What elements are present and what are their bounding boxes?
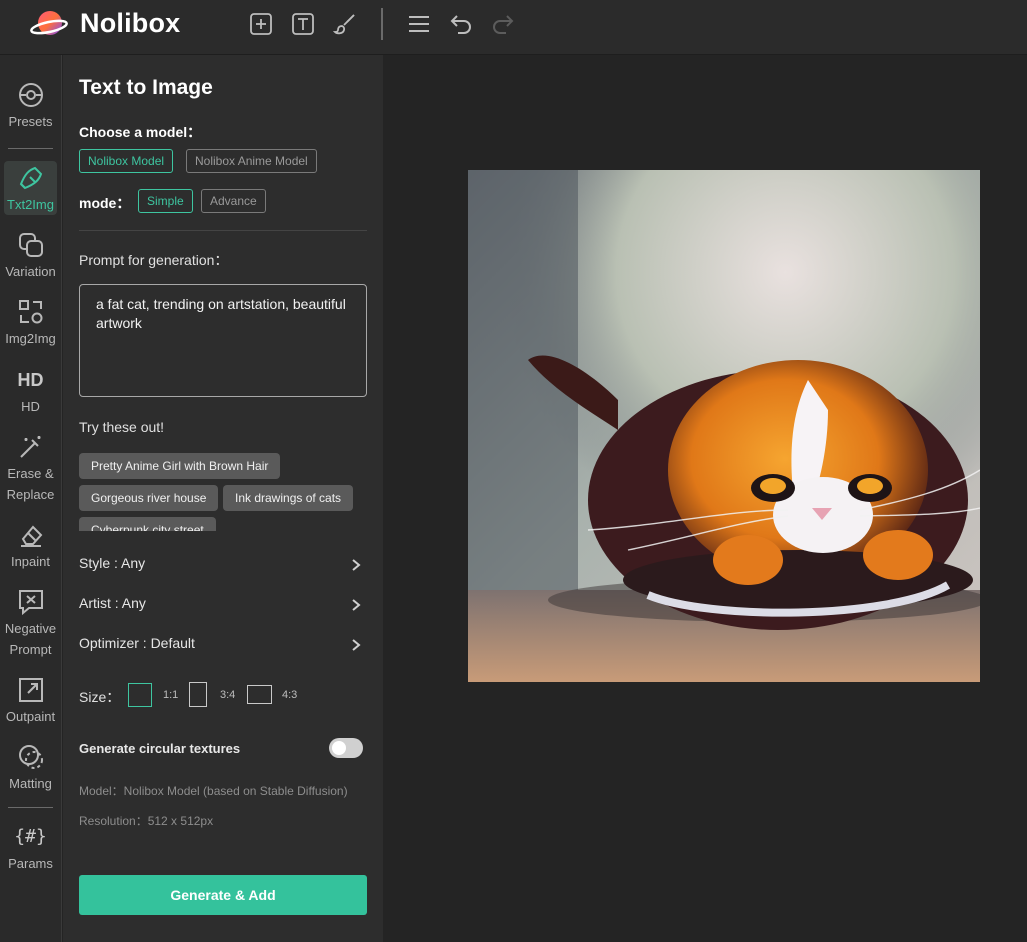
rail-label-prompt: Prompt (9, 642, 52, 657)
rail-item-matting[interactable]: Matting (4, 743, 57, 794)
panel-divider (79, 230, 367, 231)
hd-icon: HD (17, 370, 44, 390)
canvas-area[interactable] (383, 55, 1027, 942)
text-to-image-panel: Text to Image Choose a model： Nolibox Mo… (63, 55, 383, 942)
size-text-4-3: 4:3 (282, 689, 298, 701)
rail-label-img2img: Img2Img (5, 331, 56, 346)
presets-icon (18, 83, 43, 107)
model-info: Model：Nolibox Model (based on Stable Dif… (79, 784, 348, 798)
size-text-1-1: 1:1 (163, 689, 179, 701)
rail-label-negative: Negative (4, 621, 57, 636)
rail-label-outpaint: Outpaint (5, 709, 56, 724)
nolibox-logo-icon (30, 11, 68, 35)
size-option-4-3[interactable] (247, 685, 272, 704)
brand-name: Nolibox (80, 8, 181, 38)
rail-item-img2img[interactable]: Img2Img (4, 298, 57, 349)
rail-item-presets[interactable]: Presets (4, 81, 57, 132)
style-row-label: Style : Any (79, 555, 146, 571)
model-chip-anime[interactable]: Nolibox Anime Model (186, 149, 317, 173)
rail-label-presets: Presets (8, 114, 53, 129)
chevron-right-icon (352, 599, 361, 611)
panel-title: Text to Image (79, 76, 213, 99)
txt2img-icon (19, 166, 42, 190)
suggestion-list: Pretty Anime Girl with Brown Hair Gorgeo… (79, 453, 367, 531)
suggestion-chip[interactable]: Ink drawings of cats (223, 485, 354, 511)
rail-label-txt2img: Txt2Img (7, 197, 54, 212)
circular-textures-label: Generate circular textures (79, 741, 241, 756)
prompt-label: Prompt for generation： (79, 252, 229, 268)
top-bar: Nolibox (0, 0, 1027, 55)
size-text-3-4: 3:4 (220, 689, 236, 701)
rail-item-variation[interactable]: Variation (4, 231, 57, 282)
artist-row[interactable]: Artist : Any (79, 595, 367, 617)
try-these-label: Try these out! (79, 419, 165, 435)
model-label: Choose a model： (79, 124, 202, 140)
rail-separator (8, 807, 53, 808)
outpaint-icon (18, 678, 43, 702)
rail-label-inpaint: Inpaint (10, 554, 51, 569)
mode-chip-simple[interactable]: Simple (138, 189, 193, 213)
left-tool-rail: Presets Txt2Img Variation Img2Img HD HD … (0, 55, 62, 942)
rail-item-params[interactable]: {#} Params (4, 823, 57, 874)
artist-row-label: Artist : Any (79, 595, 146, 611)
add-square-icon[interactable] (249, 12, 273, 36)
suggestion-chip[interactable]: Gorgeous river house (79, 485, 219, 511)
rail-label-variation: Variation (5, 264, 56, 279)
redo-icon[interactable] (491, 12, 515, 36)
negative-prompt-icon (18, 590, 43, 616)
rail-label-erase: Erase & (7, 466, 54, 481)
size-option-3-4[interactable] (189, 682, 207, 707)
params-icon: {#} (14, 826, 47, 847)
suggestion-chip[interactable]: Pretty Anime Girl with Brown Hair (79, 453, 281, 479)
rail-label-hd: HD (21, 399, 40, 414)
rail-label-matting: Matting (9, 776, 52, 791)
suggestion-chip[interactable]: Cyberpunk city street (79, 517, 216, 531)
rail-item-inpaint[interactable]: Inpaint (4, 521, 57, 572)
eraser-icon (20, 525, 42, 547)
matting-icon (18, 745, 43, 769)
rail-separator (8, 148, 53, 149)
rail-item-erase-replace[interactable]: Erase & Replace (4, 433, 57, 505)
undo-icon[interactable] (449, 12, 473, 36)
toggle-knob (332, 741, 346, 755)
optimizer-row[interactable]: Optimizer : Default (79, 635, 367, 657)
mode-label: mode： (79, 195, 131, 211)
rail-item-txt2img[interactable]: Txt2Img (4, 161, 57, 215)
text-tool-icon[interactable] (291, 12, 315, 36)
img2img-icon (18, 300, 42, 324)
mode-chip-advance[interactable]: Advance (201, 189, 266, 213)
menu-icon[interactable] (407, 12, 431, 36)
toolbar-separator (381, 8, 383, 40)
prompt-input[interactable] (79, 284, 367, 397)
variation-icon (18, 233, 43, 257)
resolution-info: Resolution：512 x 512px (79, 814, 214, 828)
model-chip-nolibox[interactable]: Nolibox Model (79, 149, 174, 173)
rail-item-outpaint[interactable]: Outpaint (4, 676, 57, 727)
generate-add-button[interactable]: Generate & Add (79, 875, 367, 915)
circular-textures-toggle[interactable] (329, 738, 363, 758)
chevron-right-icon (352, 559, 361, 571)
generated-image[interactable] (468, 170, 980, 682)
chevron-right-icon (352, 639, 361, 651)
size-option-1-1[interactable] (128, 683, 152, 707)
size-label: Size： (79, 689, 121, 705)
rail-label-params: Params (8, 856, 53, 871)
brush-icon[interactable] (333, 12, 357, 36)
style-row[interactable]: Style : Any (79, 555, 367, 577)
magic-wand-icon (19, 436, 40, 458)
optimizer-row-label: Optimizer : Default (79, 635, 195, 651)
rail-item-hd[interactable]: HD HD (4, 366, 57, 417)
rail-label-replace: Replace (6, 487, 55, 502)
rail-item-negative-prompt[interactable]: Negative Prompt (4, 588, 57, 660)
